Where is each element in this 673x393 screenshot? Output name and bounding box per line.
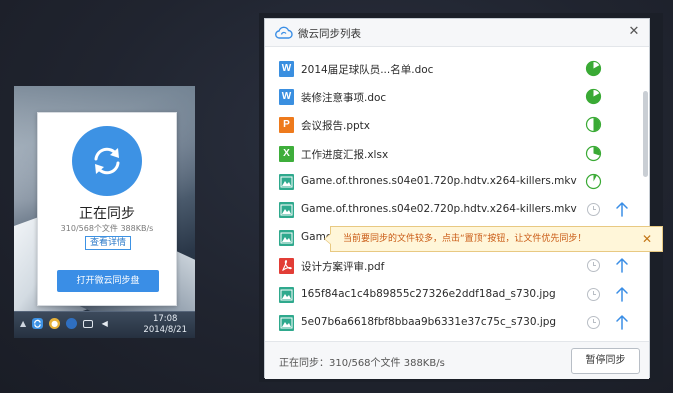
- window-title: 微云同步列表: [298, 28, 361, 40]
- file-name: 装修注意事项.doc: [301, 92, 387, 105]
- volume-tray-icon[interactable]: ◀: [99, 318, 110, 329]
- pause-sync-button[interactable]: 暂停同步: [571, 348, 640, 374]
- file-name: Game.of.thrones.s04e02.720p.hdtv.x264-ki…: [301, 202, 577, 215]
- image-file-icon: [279, 173, 294, 190]
- qq-tray-icon[interactable]: ●: [49, 318, 61, 329]
- sync-progress-icon: [585, 60, 602, 77]
- file-type-icon: W: [279, 61, 294, 77]
- clock-time: 17:08: [152, 314, 178, 324]
- view-details-link[interactable]: 查看详情: [85, 236, 131, 250]
- open-sync-folder-button[interactable]: 打开微云同步盘: [57, 270, 159, 292]
- network-tray-icon[interactable]: [83, 319, 94, 328]
- waiting-clock-icon: [587, 287, 600, 301]
- waiting-clock-icon: [587, 259, 600, 273]
- file-name: 工作进度汇报.xlsx: [301, 148, 389, 161]
- scrollbar-thumb[interactable]: [643, 91, 648, 177]
- list-scrollbar[interactable]: [643, 55, 648, 339]
- sync-list-window: 微云同步列表 ✕ W 2014届足球队员...名单.doc W 装修注意事项.doc P…: [264, 18, 650, 379]
- image-file-icon: [279, 286, 294, 303]
- taskbar: ▲ ● ◀ 17:08 2014/8/21: [14, 311, 195, 338]
- window-footer: 正在同步：310/568个文件 388KB/s 暂停同步: [265, 341, 649, 379]
- file-row[interactable]: Game.of.thrones.s04e01.720p.hdtv.x264-ki…: [265, 168, 637, 196]
- priority-tip-tooltip: 当前要同步的文件较多，点击“置顶”按钮，让文件优先同步！ ✕: [324, 226, 663, 252]
- window-title-bar: 微云同步列表 ✕: [265, 19, 649, 47]
- file-row[interactable]: X 工作进度汇报.xlsx: [265, 140, 637, 168]
- file-row[interactable]: W 2014届足球队员...名单.doc: [265, 55, 637, 83]
- sync-progress-stats: 310/568个文件 388KB/s: [60, 224, 154, 233]
- sync-progress-icon: [585, 173, 602, 189]
- waiting-clock-icon: [587, 202, 600, 216]
- security-tray-icon[interactable]: [66, 318, 78, 329]
- pdf-file-icon: [279, 258, 294, 275]
- file-name: 2014届足球队员...名单.doc: [301, 64, 434, 76]
- tooltip-arrow: [324, 233, 331, 245]
- file-row[interactable]: 设计方案评审.pdf: [265, 252, 637, 280]
- taskbar-clock[interactable]: 17:08 2014/8/21: [143, 314, 187, 336]
- file-name: Game.of.thrones.s04e01.720p.hdtv.x264-ki…: [301, 174, 577, 187]
- file-row[interactable]: Game.of.thrones.s04e02.720p.hdtv.x264-ki…: [265, 196, 637, 224]
- sync-progress-icon: [585, 89, 602, 105]
- file-row[interactable]: P 会议报告.pptx: [265, 111, 637, 139]
- file-name: 165f84ac1c4b89855c27326e2ddf18ad_s730.jp…: [301, 287, 556, 300]
- tip-text: 当前要同步的文件较多，点击“置顶”按钮，让文件优先同步！: [343, 234, 587, 244]
- file-type-icon: X: [279, 145, 294, 162]
- sync-icon: [72, 126, 142, 196]
- sync-tray-popup: 正在同步 310/568个文件 388KB/s 查看详情 打开微云同步盘: [37, 112, 177, 306]
- weiyun-cloud-icon: [275, 26, 293, 39]
- pin-to-top-arrow-icon[interactable]: [615, 285, 629, 303]
- file-row[interactable]: 165f84ac1c4b89855c27326e2ddf18ad_s730.jp…: [265, 281, 637, 309]
- image-file-icon: [279, 314, 294, 331]
- sync-progress-icon: [585, 117, 602, 133]
- sync-status-title: 正在同步: [79, 206, 135, 222]
- show-hidden-icons-icon[interactable]: ▲: [20, 319, 26, 328]
- file-name: 5e07b6a6618fbf8bbaa9b6331e37c75c_s730.jp…: [301, 315, 557, 328]
- image-file-icon: [279, 201, 294, 218]
- file-type-icon: W: [279, 89, 294, 106]
- file-type-icon: P: [279, 117, 294, 134]
- pin-to-top-arrow-icon[interactable]: [615, 200, 629, 218]
- pin-to-top-arrow-icon[interactable]: [615, 256, 629, 274]
- file-name: 会议报告.pptx: [301, 120, 370, 133]
- file-row[interactable]: 5e07b6a6618fbf8bbaa9b6331e37c75c_s730.jp…: [265, 309, 637, 337]
- pin-to-top-arrow-icon[interactable]: [615, 313, 629, 331]
- weiyun-tray-icon[interactable]: [32, 318, 44, 329]
- tip-close-button[interactable]: ✕: [642, 227, 652, 251]
- file-row[interactable]: W 装修注意事项.doc: [265, 83, 637, 111]
- sync-progress-icon: [585, 145, 602, 161]
- file-list: W 2014届足球队员...名单.doc W 装修注意事项.doc P 会议报告.pptx…: [265, 55, 637, 337]
- footer-sync-status: 正在同步：310/568个文件 388KB/s: [279, 358, 445, 369]
- clock-date: 2014/8/21: [143, 325, 187, 335]
- image-file-icon: [279, 230, 294, 247]
- file-name: 设计方案评审.pdf: [301, 261, 385, 274]
- waiting-clock-icon: [587, 315, 600, 329]
- close-button[interactable]: ✕: [627, 24, 641, 40]
